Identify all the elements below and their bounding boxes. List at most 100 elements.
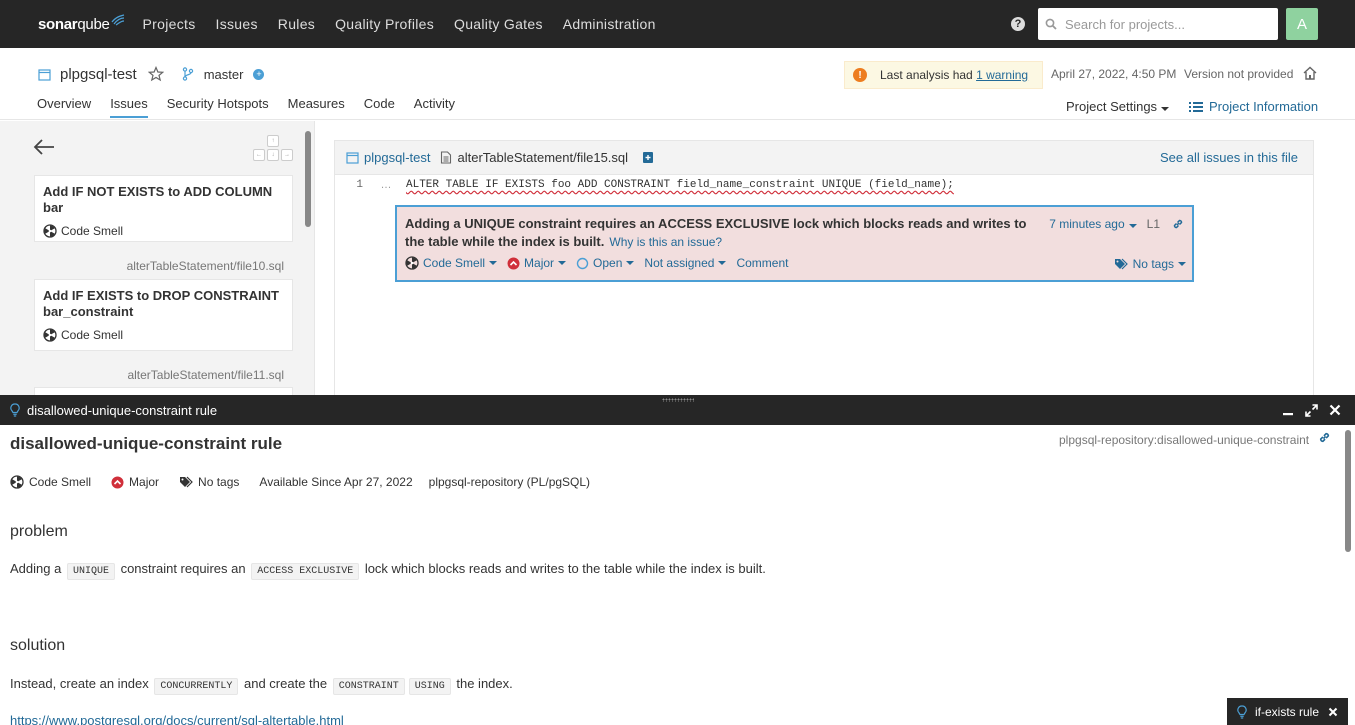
inline-code: CONCURRENTLY (154, 678, 239, 695)
search-icon (1045, 18, 1057, 30)
breadcrumb-project[interactable]: plpgsql-test (346, 150, 430, 165)
problem-description: Adding a UNIQUE constraint requires an A… (10, 561, 766, 580)
tab-measures[interactable]: Measures (288, 96, 345, 118)
chevron-down-icon (626, 261, 635, 265)
documentation-link[interactable]: https://www.postgresql.org/docs/current/… (10, 713, 344, 725)
logo-text-sonar: sonar (38, 15, 78, 33)
why-is-this-an-issue-link[interactable]: Why is this an issue? (609, 235, 722, 249)
issue-age-dropdown[interactable]: 7 minutes ago (1049, 217, 1137, 231)
help-icon[interactable]: ? (1011, 17, 1025, 31)
project-settings-label: Project Settings (1066, 99, 1158, 114)
chevron-down-icon (1128, 224, 1137, 228)
tab-security-hotspots[interactable]: Security Hotspots (167, 96, 269, 118)
close-icon[interactable] (1328, 707, 1338, 717)
breadcrumb-file: alterTableStatement/file15.sql (440, 150, 628, 165)
nav-quality-gates[interactable]: Quality Gates (444, 0, 553, 48)
code-smell-icon (43, 328, 57, 342)
project-icon (346, 152, 359, 164)
tab-code[interactable]: Code (364, 96, 395, 118)
tab-activity[interactable]: Activity (414, 96, 455, 118)
code-smell-icon (43, 224, 57, 238)
warning-link[interactable]: 1 warning (976, 68, 1028, 82)
issue-card[interactable]: Add IF EXISTS to DROP CONSTRAINT bar_con… (34, 279, 293, 351)
nav-issues[interactable]: Issues (206, 0, 268, 48)
minimize-icon[interactable] (1282, 404, 1294, 416)
project-name[interactable]: plpgsql-test (60, 66, 137, 83)
chevron-down-icon (489, 261, 498, 265)
sonarqube-logo[interactable]: sonarqube (38, 0, 125, 48)
branch-info-icon[interactable]: + (253, 68, 265, 80)
project-search[interactable] (1038, 8, 1278, 40)
solution-description: Instead, create an index CONCURRENTLY an… (10, 676, 513, 695)
favorite-star-icon[interactable] (147, 66, 164, 82)
source-viewer: plpgsql-test alterTableStatement/file15.… (334, 140, 1314, 400)
major-severity-icon (111, 476, 124, 488)
project-version: Version not provided (1184, 67, 1294, 81)
analysis-date: April 27, 2022, 4:50 PM (1051, 67, 1177, 81)
sidebar-scrollbar[interactable] (305, 131, 311, 227)
copy-path-icon[interactable] (642, 151, 654, 164)
line-options[interactable]: … (377, 179, 395, 191)
permalink-icon[interactable] (1172, 218, 1184, 230)
issue-line: L1 (1146, 217, 1160, 231)
project-icon (38, 68, 51, 81)
project-search-input[interactable] (1065, 16, 1265, 32)
source-viewer-header: plpgsql-test alterTableStatement/file15.… (335, 141, 1313, 175)
expand-icon[interactable] (1305, 403, 1318, 417)
list-icon (1189, 101, 1203, 112)
chevron-down-icon (1178, 262, 1186, 266)
issue-comment-button[interactable]: Comment (736, 256, 788, 270)
file-label: alterTableStatement/file11.sql (127, 368, 284, 382)
close-icon[interactable] (1329, 404, 1341, 416)
workspace-minimized-tab[interactable]: if-exists rule (1227, 698, 1348, 725)
warning-text: Last analysis had (880, 68, 977, 82)
text: constraint requires an (116, 561, 250, 576)
nav-projects[interactable]: Projects (133, 0, 206, 48)
project-information-label: Project Information (1209, 99, 1319, 114)
issue-message: Adding a UNIQUE constraint requires an A… (405, 215, 1045, 251)
issue-card-type: Code Smell (61, 224, 124, 238)
home-icon[interactable] (1302, 65, 1318, 81)
user-avatar[interactable]: A (1286, 8, 1318, 40)
logo-text-qube: qube (77, 15, 110, 33)
text: lock which blocks reads and writes to th… (361, 561, 766, 576)
inline-code: ACCESS EXCLUSIVE (251, 563, 360, 580)
tags-icon (1114, 258, 1128, 270)
issue-status-dropdown[interactable]: Open (576, 256, 635, 270)
workspace-header: disallowed-unique-constraint rule (0, 395, 1355, 425)
issue-tags-dropdown[interactable]: No tags (1114, 257, 1186, 271)
code-line: 1 … ALTER TABLE IF EXISTS foo ADD CONSTR… (335, 175, 1313, 195)
see-all-issues-link[interactable]: See all issues in this file (1160, 150, 1298, 165)
major-severity-icon (507, 257, 520, 269)
chevron-down-icon (718, 261, 727, 265)
analysis-warning: ! Last analysis had 1 warning (844, 61, 1043, 89)
file-label: alterTableStatement/file10.sql (126, 259, 284, 273)
nav-rules[interactable]: Rules (268, 0, 325, 48)
nav-administration[interactable]: Administration (553, 0, 666, 48)
issue-assignee-dropdown[interactable]: Not assigned (644, 256, 727, 270)
issues-sidebar: ↑ ← ↓ → Add IF NOT EXISTS to ADD COLUMN … (0, 121, 315, 395)
tab-overview[interactable]: Overview (37, 96, 91, 118)
rule-panel-scrollbar[interactable] (1345, 430, 1351, 552)
branch-name[interactable]: master (204, 67, 244, 82)
project-settings-dropdown[interactable]: Project Settings (1066, 99, 1170, 114)
minimized-tab-label: if-exists rule (1255, 704, 1320, 719)
rule-tags-label: No tags (198, 475, 240, 489)
issue-type-dropdown[interactable]: Code Smell (405, 256, 498, 270)
issue-severity-dropdown[interactable]: Major (507, 256, 567, 270)
back-arrow-icon[interactable] (33, 138, 55, 156)
issue-severity-label: Major (524, 256, 555, 270)
issue-box[interactable]: Adding a UNIQUE constraint requires an A… (395, 205, 1194, 282)
issue-card[interactable] (34, 387, 293, 395)
nav-quality-profiles[interactable]: Quality Profiles (325, 0, 444, 48)
issue-card[interactable]: Add IF NOT EXISTS to ADD COLUMN bar Code… (34, 175, 293, 242)
key-right-icon: → (281, 149, 293, 161)
line-number[interactable]: 1 (335, 179, 363, 191)
tab-issues[interactable]: Issues (110, 96, 148, 118)
rule-permalink-icon[interactable] (1318, 431, 1331, 444)
breadcrumb-file-label: alterTableStatement/file15.sql (457, 150, 629, 165)
resize-handle[interactable] (662, 398, 694, 402)
rule-severity: Major (111, 475, 159, 489)
project-information-button[interactable]: Project Information (1189, 99, 1318, 114)
open-status-icon (576, 257, 589, 269)
